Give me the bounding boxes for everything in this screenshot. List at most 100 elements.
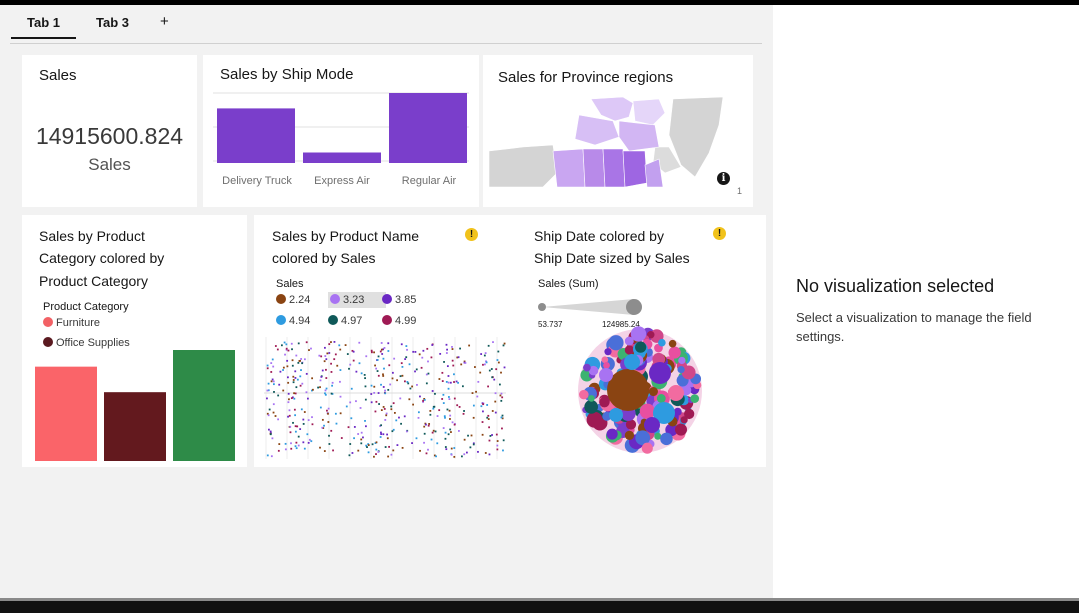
scatter-point[interactable]: [373, 385, 376, 388]
scatter-point[interactable]: [302, 441, 305, 444]
scatter-point[interactable]: [330, 392, 333, 395]
scatter-point[interactable]: [500, 416, 503, 419]
scatter-point[interactable]: [360, 438, 363, 441]
scatter-point[interactable]: [446, 408, 449, 411]
bubble[interactable]: [648, 387, 658, 397]
scatter-point[interactable]: [419, 395, 421, 398]
scatter-point[interactable]: [380, 348, 383, 351]
scatter-point[interactable]: [270, 362, 273, 364]
scatter-point[interactable]: [334, 353, 337, 356]
scatter-point[interactable]: [386, 433, 389, 436]
scatter-point[interactable]: [282, 366, 285, 369]
scatter-point[interactable]: [488, 439, 491, 442]
scatter-point[interactable]: [300, 369, 302, 371]
scatter-point[interactable]: [282, 389, 285, 392]
scatter-point[interactable]: [472, 443, 475, 446]
scatter-point[interactable]: [480, 405, 483, 408]
scatter-point[interactable]: [294, 430, 297, 433]
scatter-point[interactable]: [416, 383, 418, 386]
scatter-point[interactable]: [294, 370, 297, 373]
scatter-point[interactable]: [350, 387, 353, 390]
scatter-point[interactable]: [323, 450, 326, 452]
scatter-point[interactable]: [436, 442, 439, 445]
scatter-point[interactable]: [328, 343, 331, 346]
scatter-point[interactable]: [442, 393, 445, 396]
scatter-point[interactable]: [439, 352, 442, 355]
scatter-point[interactable]: [493, 378, 496, 381]
scatter-point[interactable]: [430, 438, 433, 441]
scatter-point[interactable]: [324, 389, 327, 392]
scatter-point[interactable]: [488, 453, 491, 456]
scatter-point[interactable]: [472, 404, 475, 407]
scatter-point[interactable]: [353, 426, 356, 428]
scatter-point[interactable]: [377, 374, 380, 377]
bubble[interactable]: [608, 335, 624, 351]
scatter-point[interactable]: [277, 418, 280, 421]
scatter-point[interactable]: [374, 410, 377, 413]
bubble[interactable]: [624, 345, 635, 355]
scatter-point[interactable]: [352, 359, 355, 362]
scatter-point[interactable]: [279, 370, 282, 373]
scatter-point[interactable]: [481, 421, 484, 423]
scatter-point[interactable]: [290, 442, 292, 445]
scatter-point[interactable]: [453, 447, 456, 449]
scatter-point[interactable]: [425, 382, 428, 385]
scatter-point[interactable]: [378, 403, 380, 405]
scatter-point[interactable]: [431, 344, 434, 346]
scatter-point[interactable]: [295, 441, 298, 444]
scatter-point[interactable]: [387, 455, 390, 458]
scatter-point[interactable]: [444, 437, 447, 440]
scatter-point[interactable]: [497, 350, 500, 353]
scatter-point[interactable]: [382, 433, 385, 436]
scatter-point[interactable]: [370, 401, 373, 404]
scatter-point[interactable]: [427, 424, 430, 427]
scatter-point[interactable]: [276, 348, 279, 351]
scatter-point[interactable]: [423, 432, 426, 435]
scatter-point[interactable]: [487, 385, 489, 388]
tab-1[interactable]: Tab 1: [11, 15, 76, 39]
bubble[interactable]: [677, 365, 685, 374]
info-icon[interactable]: i: [717, 172, 730, 185]
scatter-point[interactable]: [352, 350, 355, 353]
scatter-point[interactable]: [287, 376, 289, 379]
scatter-point[interactable]: [425, 452, 428, 455]
scatter-point[interactable]: [494, 411, 497, 414]
scatter-point[interactable]: [395, 419, 398, 422]
scatter-point[interactable]: [447, 433, 450, 436]
scatter-point[interactable]: [453, 423, 456, 426]
scatter-point[interactable]: [293, 408, 296, 411]
scatter-point[interactable]: [426, 347, 429, 350]
province-map-card[interactable]: Sales for Province regions i 1: [483, 55, 753, 207]
scatter-point[interactable]: [422, 399, 425, 402]
scatter-point[interactable]: [375, 441, 378, 444]
scatter-point[interactable]: [420, 366, 423, 369]
scatter-point[interactable]: [299, 359, 301, 362]
scatter-point[interactable]: [345, 405, 348, 408]
scatter-point[interactable]: [403, 415, 406, 418]
scatter-point[interactable]: [374, 364, 376, 367]
scatter-point[interactable]: [335, 422, 338, 425]
scatter-point[interactable]: [458, 406, 461, 408]
scatter-point[interactable]: [325, 368, 327, 371]
scatter-point[interactable]: [333, 358, 336, 361]
scatter-point[interactable]: [325, 387, 328, 390]
scatter-point[interactable]: [453, 397, 456, 400]
scatter-point[interactable]: [379, 436, 382, 438]
scatter-point[interactable]: [282, 369, 284, 371]
scatter-point[interactable]: [392, 402, 395, 405]
scatter-point[interactable]: [399, 375, 402, 378]
scatter-point[interactable]: [489, 435, 492, 437]
scatter-point[interactable]: [448, 396, 450, 398]
scatter-point[interactable]: [339, 380, 341, 383]
scatter-point[interactable]: [321, 426, 324, 429]
scatter-point[interactable]: [284, 442, 287, 445]
bubble[interactable]: [586, 411, 603, 428]
bubble[interactable]: [630, 326, 647, 342]
scatter-point[interactable]: [319, 446, 321, 449]
scatter-point[interactable]: [273, 391, 275, 393]
scatter-point[interactable]: [449, 418, 451, 420]
scatter-point[interactable]: [310, 347, 312, 350]
scatter-point[interactable]: [299, 428, 302, 431]
scatter-point[interactable]: [404, 358, 407, 360]
scatter-point[interactable]: [295, 354, 298, 357]
